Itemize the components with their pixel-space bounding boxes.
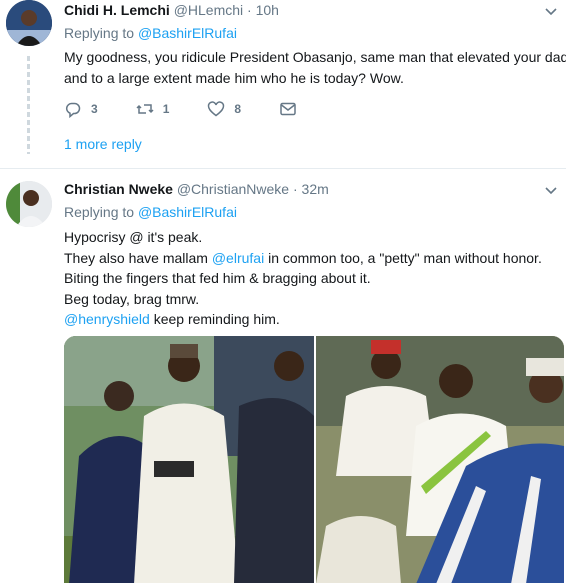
tweet-header: Christian Nweke @ChristianNweke · 32m [64, 181, 329, 197]
direct-message-button[interactable] [279, 100, 306, 118]
timestamp[interactable]: 10h [256, 2, 279, 18]
tweet-text-line: They also have mallam @elrufai in common… [64, 248, 556, 269]
message-icon [280, 102, 296, 116]
separator: · [247, 2, 252, 18]
mention-link[interactable]: @henryshield [64, 311, 150, 327]
separator: · [292, 181, 298, 197]
avatar[interactable] [6, 181, 52, 227]
like-button[interactable]: 8 [207, 100, 241, 118]
replying-prefix: Replying to [64, 25, 135, 41]
tweet-header: Chidi H. Lemchi @HLemchi · 10h [64, 2, 279, 18]
text-segment: in common too, a "petty" man without hon… [264, 249, 542, 266]
author-name[interactable]: Christian Nweke [64, 181, 173, 197]
avatar[interactable] [6, 0, 52, 46]
like-icon [208, 101, 225, 117]
chevron-down-icon[interactable] [544, 183, 558, 197]
tweet-text-line: My goodness, you ridicule President Obas… [64, 49, 566, 65]
tweet-text-line: Biting the fingers that fed him & braggi… [64, 270, 371, 286]
thread-connector [27, 56, 30, 154]
author-handle[interactable]: @ChristianNweke [177, 181, 289, 197]
media-photo[interactable] [64, 336, 314, 583]
reply-icon [66, 102, 81, 118]
replying-prefix: Replying to [64, 204, 135, 220]
retweet-count: 1 [162, 102, 170, 116]
tweet-media[interactable] [64, 336, 564, 583]
tweet-text-line: Beg today, brag tmrw. [64, 290, 200, 307]
replying-to: Replying to @BashirElRufai [64, 25, 237, 41]
retweet-icon [136, 104, 154, 114]
replying-to-link[interactable]: @BashirElRufai [138, 25, 237, 41]
mention-link[interactable]: @elrufai [212, 250, 264, 266]
text-segment: They also have mallam [64, 249, 212, 266]
media-photo[interactable] [316, 336, 564, 583]
tweet-actions: 3 1 8 [64, 99, 344, 119]
tweet-text-line: and to a large extent made him who he is… [64, 69, 404, 86]
tweet-christian: Christian Nweke @ChristianNweke · 32m Re… [0, 168, 566, 583]
more-replies-link[interactable]: 1 more reply [64, 136, 142, 152]
chevron-down-icon[interactable] [544, 4, 558, 18]
tweet-chidi: Chidi H. Lemchi @HLemchi · 10h Replying … [0, 0, 566, 168]
timestamp[interactable]: 32m [302, 181, 329, 197]
text-segment: keep reminding him. [149, 311, 280, 327]
tweet-text-line: @henryshield keep reminding him. [64, 309, 556, 330]
retweet-button[interactable]: 1 [136, 100, 170, 118]
reply-button[interactable]: 3 [64, 100, 98, 118]
replying-to: Replying to @BashirElRufai [64, 204, 237, 220]
like-count: 8 [234, 102, 242, 116]
tweet-text-line: Hypocrisy @ it's peak. [64, 229, 203, 245]
replying-to-link[interactable]: @BashirElRufai [138, 204, 237, 220]
reply-count: 3 [91, 102, 98, 116]
tweet-text: Hypocrisy @ it's peak. They also have ma… [64, 227, 556, 330]
author-handle[interactable]: @HLemchi [174, 2, 243, 18]
author-name[interactable]: Chidi H. Lemchi [64, 2, 170, 18]
tweet-text: My goodness, you ridicule President Obas… [64, 47, 566, 88]
